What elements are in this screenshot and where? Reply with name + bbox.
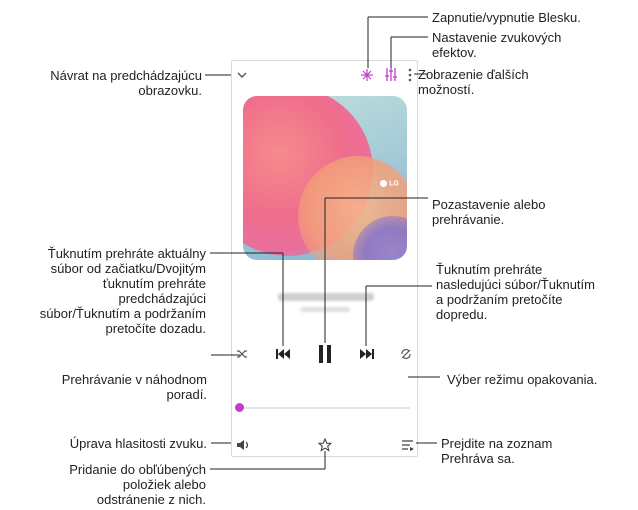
callout-pause: Pozastavenie alebo prehrávanie. bbox=[432, 197, 546, 227]
callout-next: Ťuknutím prehráte nasledujúci súbor/Ťuknu… bbox=[436, 262, 595, 322]
callout-shuffle: Prehrávanie v náhodnom poradí. bbox=[61, 372, 207, 402]
callout-back: Návrat na predchádzajúcu obrazovku. bbox=[50, 68, 202, 98]
callout-flash: Zapnutie/vypnutie Blesku. bbox=[432, 10, 581, 25]
callout-volume: Úprava hlasitosti zvuku. bbox=[69, 436, 207, 451]
callout-more: Zobrazenie ďalších možností. bbox=[418, 67, 529, 97]
callout-repeat: Výber režimu opakovania. bbox=[447, 372, 598, 387]
callout-favorite: Pridanie do obľúbených položiek alebo odst… bbox=[69, 462, 206, 507]
callout-prev: Ťuknutím prehráte aktuálny súbor od začia… bbox=[39, 246, 206, 336]
callout-effects: Nastavenie zvukových efektov. bbox=[432, 30, 562, 60]
callout-playlist: Prejdite na zoznam Prehráva sa. bbox=[441, 436, 553, 466]
